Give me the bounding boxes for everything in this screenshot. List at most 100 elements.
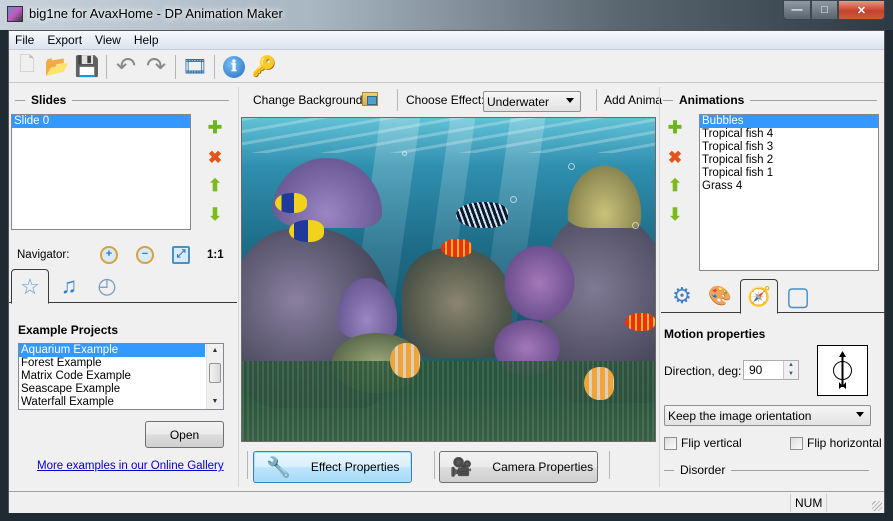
tab-appearance[interactable]: 🎨 bbox=[701, 279, 739, 313]
chevron-down-icon bbox=[856, 412, 864, 417]
direction-preview[interactable] bbox=[817, 345, 868, 396]
animations-list[interactable]: Bubbles Tropical fish 4 Tropical fish 3 … bbox=[699, 114, 879, 271]
key-icon[interactable]: 🔑 bbox=[249, 53, 279, 81]
effect-properties-label: Effect Properties bbox=[310, 460, 400, 474]
chevron-down-icon bbox=[566, 98, 574, 103]
save-icon[interactable]: 💾 bbox=[72, 53, 102, 81]
menu-file[interactable]: File bbox=[15, 33, 34, 47]
animation-item[interactable]: Bubbles bbox=[700, 115, 878, 128]
change-background-button[interactable]: Change Background bbox=[253, 93, 362, 107]
zoom-in-icon[interactable]: + bbox=[100, 246, 118, 264]
status-num-lock: NUM bbox=[790, 494, 826, 512]
effect-select[interactable]: Underwater bbox=[483, 91, 581, 112]
camera-properties-button[interactable]: 🎥 Camera Properties bbox=[439, 451, 598, 483]
resize-grip[interactable] bbox=[872, 501, 882, 511]
tropical-fish-blue-yellow bbox=[289, 220, 324, 242]
info-icon[interactable]: ℹ bbox=[219, 53, 249, 81]
animation-preview-canvas[interactable] bbox=[241, 117, 656, 442]
animation-item[interactable]: Tropical fish 2 bbox=[700, 154, 878, 167]
orientation-select-value: Keep the image orientation bbox=[668, 408, 812, 423]
example-item[interactable]: Aquarium Example bbox=[19, 344, 205, 357]
compass-icon: 🧭 bbox=[747, 286, 771, 308]
online-gallery-link[interactable]: More examples in our Online Gallery bbox=[37, 460, 224, 472]
toolbar-separator bbox=[596, 89, 597, 111]
app-icon bbox=[7, 6, 23, 22]
flip-horizontal-checkbox[interactable]: Flip horizontal bbox=[790, 436, 882, 450]
delete-animation-button[interactable]: ✖ bbox=[666, 148, 684, 167]
tab-favorites[interactable]: ☆ bbox=[11, 269, 49, 304]
group-line bbox=[664, 469, 674, 471]
animation-item[interactable]: Tropical fish 3 bbox=[700, 141, 878, 154]
wrench-icon: 🔧 bbox=[266, 456, 291, 479]
menu-view[interactable]: View bbox=[95, 33, 121, 47]
menu-export[interactable]: Export bbox=[47, 33, 82, 47]
disorder-group: Disorder bbox=[664, 463, 869, 477]
move-slide-down-button[interactable]: ⬇ bbox=[206, 205, 224, 224]
minimize-button[interactable]: — bbox=[783, 1, 811, 20]
example-projects-list[interactable]: Aquarium Example Forest Example Matrix C… bbox=[18, 343, 224, 410]
slide-item[interactable]: Slide 0 bbox=[12, 115, 190, 128]
example-projects-title: Example Projects bbox=[18, 323, 119, 337]
animation-item[interactable]: Grass 4 bbox=[700, 180, 878, 193]
move-animation-up-button[interactable]: ⬆ bbox=[666, 176, 684, 195]
checkbox-box[interactable] bbox=[790, 436, 803, 450]
examples-scrollbar[interactable]: ▲ ▼ bbox=[206, 344, 223, 409]
scroll-thumb[interactable] bbox=[209, 363, 221, 383]
close-button[interactable]: ✕ bbox=[838, 1, 885, 20]
move-slide-up-button[interactable]: ⬆ bbox=[206, 176, 224, 195]
actual-size-button[interactable]: 1:1 bbox=[207, 249, 224, 261]
scroll-down-arrow[interactable]: ▼ bbox=[207, 395, 223, 409]
zoom-out-icon[interactable]: − bbox=[136, 246, 154, 264]
export-video-icon[interactable]: 🎞 bbox=[180, 53, 210, 81]
picture-thumb bbox=[367, 96, 377, 105]
delete-slide-button[interactable]: ✖ bbox=[206, 148, 224, 167]
maximize-button[interactable]: □ bbox=[811, 1, 838, 20]
undo-icon[interactable]: ↶ bbox=[111, 53, 141, 81]
menu-help[interactable]: Help bbox=[134, 33, 159, 47]
toolbar-separator bbox=[106, 54, 107, 79]
open-folder-icon[interactable]: 📂 bbox=[42, 53, 72, 81]
add-animation-button[interactable]: Add Anima bbox=[604, 93, 662, 107]
move-animation-down-button[interactable]: ⬇ bbox=[666, 205, 684, 224]
tab-timing[interactable]: ◴ bbox=[88, 269, 126, 303]
open-example-button[interactable]: Open bbox=[145, 421, 224, 448]
add-animation-icon[interactable]: ✚ bbox=[666, 118, 684, 137]
flip-horizontal-label: Flip horizontal bbox=[807, 436, 882, 450]
slides-list[interactable]: Slide 0 bbox=[11, 114, 191, 230]
example-item[interactable]: Seascape Example bbox=[19, 383, 223, 396]
flip-vertical-checkbox[interactable]: Flip vertical bbox=[664, 436, 742, 450]
orientation-select[interactable]: Keep the image orientation bbox=[664, 405, 871, 426]
tropical-fish-striped bbox=[456, 202, 508, 228]
redo-icon[interactable]: ↷ bbox=[141, 53, 171, 81]
yellow-branch-coral bbox=[562, 158, 647, 228]
spinner-buttons[interactable]: ▲ ▼ bbox=[783, 361, 798, 379]
effect-properties-button[interactable]: 🔧 Effect Properties bbox=[253, 451, 412, 483]
choose-effect-label: Choose Effect: bbox=[406, 93, 485, 107]
tab-motion[interactable]: 🧭 bbox=[740, 279, 778, 314]
fit-to-window-icon[interactable]: ⤢ bbox=[172, 246, 190, 264]
animation-item[interactable]: Tropical fish 1 bbox=[700, 167, 878, 180]
tropical-fish-red bbox=[625, 313, 655, 331]
music-note-icon: ♫ bbox=[60, 273, 78, 298]
direction-value: 90 bbox=[749, 363, 763, 377]
tab-music[interactable]: ♫ bbox=[50, 269, 88, 303]
direction-spinner[interactable]: 90 ▲ ▼ bbox=[743, 360, 799, 380]
scroll-up-arrow[interactable]: ▲ bbox=[207, 344, 223, 358]
tropical-fish-blue-yellow bbox=[275, 193, 307, 213]
slides-title: Slides bbox=[31, 93, 67, 107]
new-icon[interactable]: 🗋 bbox=[12, 53, 42, 81]
palette-icon: 🎨 bbox=[708, 286, 732, 307]
background-image-icon[interactable] bbox=[362, 92, 378, 106]
left-splitter[interactable] bbox=[238, 87, 239, 487]
example-item[interactable]: Matrix Code Example bbox=[19, 370, 223, 383]
tab-bounds[interactable]: ▢ bbox=[779, 279, 817, 313]
example-item[interactable]: Forest Example bbox=[19, 357, 223, 370]
animation-item[interactable]: Tropical fish 4 bbox=[700, 128, 878, 141]
tab-general-settings[interactable]: ⚙ bbox=[663, 279, 701, 313]
example-item[interactable]: Waterfall Example bbox=[19, 396, 223, 409]
checkbox-box[interactable] bbox=[664, 436, 677, 450]
purple-sea-fan bbox=[502, 243, 577, 323]
add-slide-button[interactable]: ✚ bbox=[206, 118, 224, 137]
right-splitter[interactable] bbox=[659, 87, 660, 487]
group-line bbox=[72, 99, 229, 101]
